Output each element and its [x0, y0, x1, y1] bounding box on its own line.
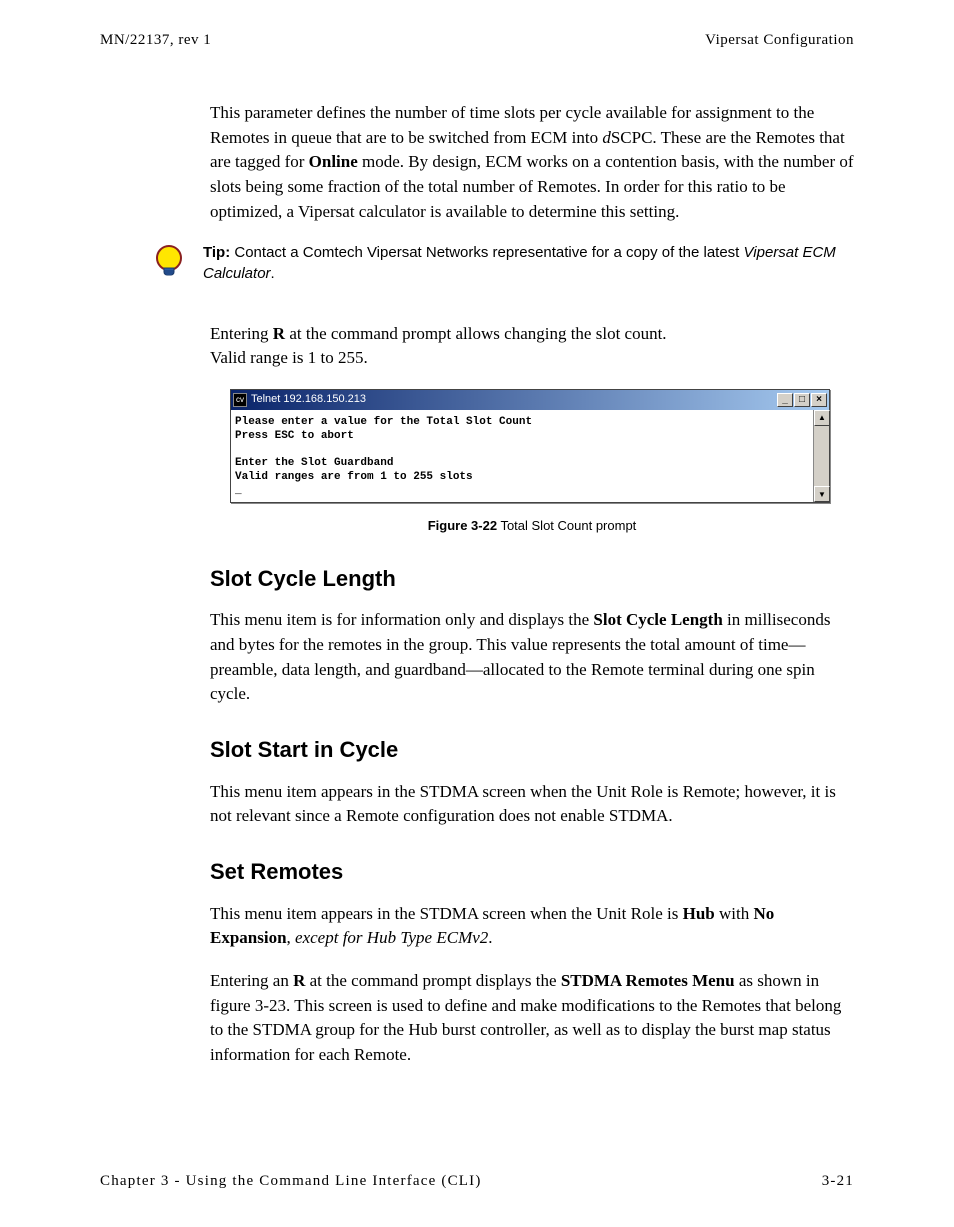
para-slot-start: This menu item appears in the STDMA scre…	[210, 780, 854, 829]
close-button[interactable]: ×	[811, 393, 827, 407]
text-bold-online: Online	[309, 152, 358, 171]
figure-number: Figure 3-22	[428, 518, 497, 533]
text: .	[271, 265, 275, 282]
tip-label: Tip:	[203, 244, 230, 261]
figure-3-22: cv Telnet 192.168.150.213 _ □ × Please e…	[230, 389, 854, 536]
telnet-window: cv Telnet 192.168.150.213 _ □ × Please e…	[230, 389, 830, 504]
para-set-remotes-1: This menu item appears in the STDMA scre…	[210, 902, 854, 951]
text-italic-d: d	[602, 128, 611, 147]
figure-title: Total Slot Count prompt	[497, 518, 636, 533]
text: with	[715, 904, 754, 923]
tip-block: Tip: Contact a Comtech Vipersat Networks…	[155, 242, 854, 291]
scroll-down-button[interactable]: ▼	[814, 486, 830, 502]
text: .	[488, 928, 492, 947]
text-bold-r: R	[273, 324, 285, 343]
text: Contact a Comtech Vipersat Networks repr…	[230, 244, 743, 261]
para-set-remotes-2: Entering an R at the command prompt disp…	[210, 969, 854, 1068]
header-left: MN/22137, rev 1	[100, 30, 211, 51]
telnet-app-icon: cv	[233, 393, 247, 407]
telnet-title-text: Telnet 192.168.150.213	[251, 392, 777, 407]
text: This menu item appears in the STDMA scre…	[210, 904, 683, 923]
heading-slot-cycle-length: Slot Cycle Length	[210, 564, 854, 595]
text-valid-range: Valid range is 1 to 255.	[210, 348, 368, 367]
page-content: This parameter defines the number of tim…	[210, 101, 854, 1068]
para-entering-r: Entering R at the command prompt allows …	[210, 322, 854, 371]
tip-text: Tip: Contact a Comtech Vipersat Networks…	[203, 242, 854, 284]
text-bold-r2: R	[293, 971, 305, 990]
para-slot-cycle-length: This menu item is for information only a…	[210, 608, 854, 707]
telnet-body: Please enter a value for the Total Slot …	[231, 410, 829, 503]
para-slot-count-intro: This parameter defines the number of tim…	[210, 101, 854, 224]
figure-caption: Figure 3-22 Total Slot Count prompt	[210, 517, 854, 535]
footer-right: 3-21	[822, 1171, 854, 1192]
text: This menu item is for information only a…	[210, 610, 593, 629]
maximize-button[interactable]: □	[794, 393, 810, 407]
window-controls: _ □ ×	[777, 393, 827, 407]
text-bold-menu: STDMA Remotes Menu	[561, 971, 735, 990]
scroll-up-button[interactable]: ▲	[814, 410, 830, 426]
text: Entering	[210, 324, 273, 343]
telnet-titlebar: cv Telnet 192.168.150.213 _ □ ×	[231, 390, 829, 410]
heading-slot-start: Slot Start in Cycle	[210, 735, 854, 766]
text: Entering an	[210, 971, 293, 990]
lightbulb-icon	[155, 244, 183, 291]
minimize-button[interactable]: _	[777, 393, 793, 407]
heading-set-remotes: Set Remotes	[210, 857, 854, 888]
text: ,	[287, 928, 296, 947]
scrollbar[interactable]: ▲ ▼	[813, 410, 829, 503]
text-italic-except: except for Hub Type ECMv2	[295, 928, 488, 947]
telnet-output: Please enter a value for the Total Slot …	[231, 410, 813, 503]
page-header: MN/22137, rev 1 Vipersat Configuration	[100, 30, 854, 51]
text: at the command prompt allows changing th…	[285, 324, 666, 343]
text-bold-hub: Hub	[683, 904, 715, 923]
text: at the command prompt displays the	[305, 971, 560, 990]
footer-left: Chapter 3 - Using the Command Line Inter…	[100, 1171, 482, 1192]
header-right: Vipersat Configuration	[705, 30, 854, 51]
page-footer: Chapter 3 - Using the Command Line Inter…	[100, 1171, 854, 1192]
text-bold: Slot Cycle Length	[593, 610, 722, 629]
